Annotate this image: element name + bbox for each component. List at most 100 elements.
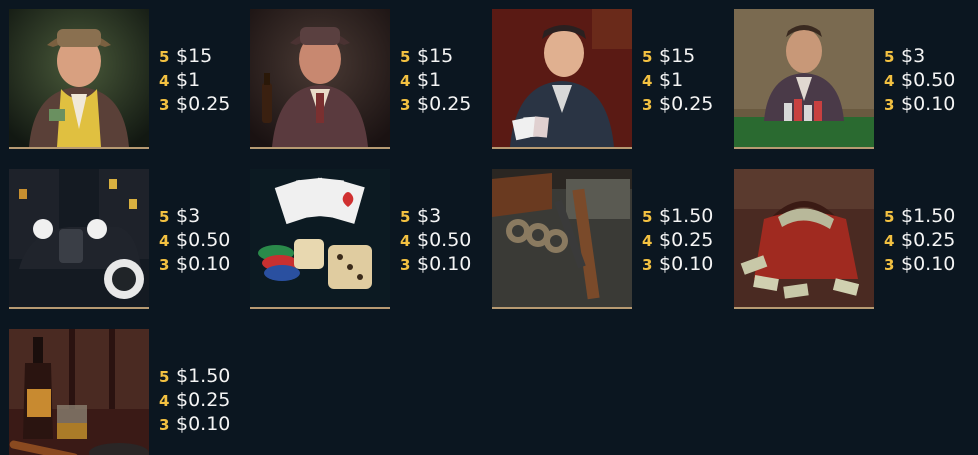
payout-row: 3 $0.10	[884, 92, 974, 116]
payout-row: 5 $3	[159, 204, 249, 228]
payout-count: 5	[159, 208, 170, 226]
payout-count: 5	[884, 208, 895, 226]
payout-value: $1	[417, 69, 442, 91]
money-bag-illustration	[734, 169, 874, 307]
payout-count: 4	[400, 232, 411, 250]
vintage-car-symbol-image	[9, 169, 149, 309]
payout-value: $15	[176, 45, 213, 67]
cards-dice-chips-symbol-image	[250, 169, 390, 309]
payout-count: 4	[884, 232, 895, 250]
payout-count: 3	[159, 256, 170, 274]
brass-knuckles-gun-symbol-image	[492, 169, 632, 309]
payout-row: 3 $0.10	[159, 252, 249, 276]
payout-count: 5	[159, 48, 170, 66]
gangster-playing-cards-symbol-image	[492, 9, 632, 149]
payout-value: $0.10	[176, 413, 231, 435]
payout-row: 5 $15	[400, 44, 490, 68]
payout-count: 5	[642, 48, 653, 66]
paytable-grid: 5 $15 4 $1 3 $0.25 5 $15 4 $1 3 $0.25 5 …	[9, 9, 969, 455]
payout-value: $0.50	[417, 229, 472, 251]
whiskey-cigar-illustration	[9, 329, 149, 455]
payout-row: 3 $0.25	[400, 92, 490, 116]
payout-list: 5 $15 4 $1 3 $0.25	[400, 44, 490, 116]
payout-count: 3	[400, 256, 411, 274]
gangster-poker-chips-illustration	[734, 9, 874, 147]
payout-count: 3	[642, 256, 653, 274]
payout-row: 4 $0.50	[400, 228, 490, 252]
payout-count: 5	[400, 208, 411, 226]
payout-row: 3 $0.25	[642, 92, 732, 116]
payout-list: 5 $15 4 $1 3 $0.25	[159, 44, 249, 116]
payout-row: 5 $1.50	[159, 364, 249, 388]
payout-value: $1.50	[659, 205, 714, 227]
payout-list: 5 $15 4 $1 3 $0.25	[642, 44, 732, 116]
payout-row: 3 $0.10	[159, 412, 249, 436]
payout-count: 4	[400, 72, 411, 90]
payout-value: $15	[417, 45, 454, 67]
paytable-cell-gangster-playing-cards: 5 $15 4 $1 3 $0.25	[492, 9, 732, 149]
payout-value: $0.25	[901, 229, 956, 251]
payout-count: 4	[642, 232, 653, 250]
payout-row: 4 $0.25	[884, 228, 974, 252]
gangster-cigar-bottle-illustration	[250, 9, 390, 147]
paytable-cell-brass-knuckles-gun: 5 $1.50 4 $0.25 3 $0.10	[492, 169, 732, 309]
payout-value: $1.50	[901, 205, 956, 227]
gangster-playing-cards-illustration	[492, 9, 632, 147]
gangster-yellow-scarf-illustration	[9, 9, 149, 147]
payout-value: $0.25	[659, 93, 714, 115]
payout-count: 4	[159, 72, 170, 90]
payout-row: 3 $0.10	[884, 252, 974, 276]
payout-value: $0.50	[901, 69, 956, 91]
payout-value: $0.25	[659, 229, 714, 251]
payout-count: 5	[159, 368, 170, 386]
payout-value: $3	[417, 205, 442, 227]
payout-row: 4 $0.50	[159, 228, 249, 252]
vintage-car-illustration	[9, 169, 149, 307]
payout-list: 5 $1.50 4 $0.25 3 $0.10	[159, 364, 249, 436]
paytable-cell-whiskey-cigar: 5 $1.50 4 $0.25 3 $0.10	[9, 329, 249, 455]
payout-list: 5 $3 4 $0.50 3 $0.10	[400, 204, 490, 276]
payout-row: 5 $3	[884, 44, 974, 68]
paytable-cell-gangster-cigar-bottle: 5 $15 4 $1 3 $0.25	[250, 9, 490, 149]
brass-knuckles-gun-illustration	[492, 169, 632, 307]
payout-count: 4	[642, 72, 653, 90]
payout-row: 4 $1	[642, 68, 732, 92]
payout-value: $0.25	[176, 93, 231, 115]
payout-row: 5 $3	[400, 204, 490, 228]
payout-value: $0.50	[176, 229, 231, 251]
payout-value: $1	[659, 69, 684, 91]
payout-count: 5	[642, 208, 653, 226]
paytable-cell-money-bag: 5 $1.50 4 $0.25 3 $0.10	[734, 169, 974, 309]
payout-value: $0.10	[901, 253, 956, 275]
paytable-cell-gangster-yellow-scarf: 5 $15 4 $1 3 $0.25	[9, 9, 249, 149]
payout-row: 5 $1.50	[884, 204, 974, 228]
payout-count: 4	[884, 72, 895, 90]
payout-count: 4	[159, 232, 170, 250]
payout-value: $0.25	[176, 389, 231, 411]
gangster-poker-chips-symbol-image	[734, 9, 874, 149]
paytable-cell-cards-dice-chips: 5 $3 4 $0.50 3 $0.10	[250, 169, 490, 309]
payout-list: 5 $3 4 $0.50 3 $0.10	[159, 204, 249, 276]
payout-row: 4 $1	[400, 68, 490, 92]
payout-count: 3	[884, 256, 895, 274]
payout-row: 5 $1.50	[642, 204, 732, 228]
payout-row: 4 $1	[159, 68, 249, 92]
payout-row: 4 $0.25	[159, 388, 249, 412]
payout-value: $15	[659, 45, 696, 67]
payout-value: $0.10	[659, 253, 714, 275]
payout-count: 5	[884, 48, 895, 66]
whiskey-cigar-symbol-image	[9, 329, 149, 455]
payout-row: 5 $15	[642, 44, 732, 68]
payout-list: 5 $1.50 4 $0.25 3 $0.10	[884, 204, 974, 276]
payout-count: 3	[400, 96, 411, 114]
gangster-yellow-scarf-symbol-image	[9, 9, 149, 149]
payout-value: $1.50	[176, 365, 231, 387]
gangster-cigar-bottle-symbol-image	[250, 9, 390, 149]
cards-dice-chips-illustration	[250, 169, 390, 307]
payout-row: 3 $0.10	[642, 252, 732, 276]
payout-value: $0.10	[417, 253, 472, 275]
payout-value: $0.25	[417, 93, 472, 115]
payout-value: $1	[176, 69, 201, 91]
payout-count: 3	[159, 96, 170, 114]
payout-value: $3	[901, 45, 926, 67]
